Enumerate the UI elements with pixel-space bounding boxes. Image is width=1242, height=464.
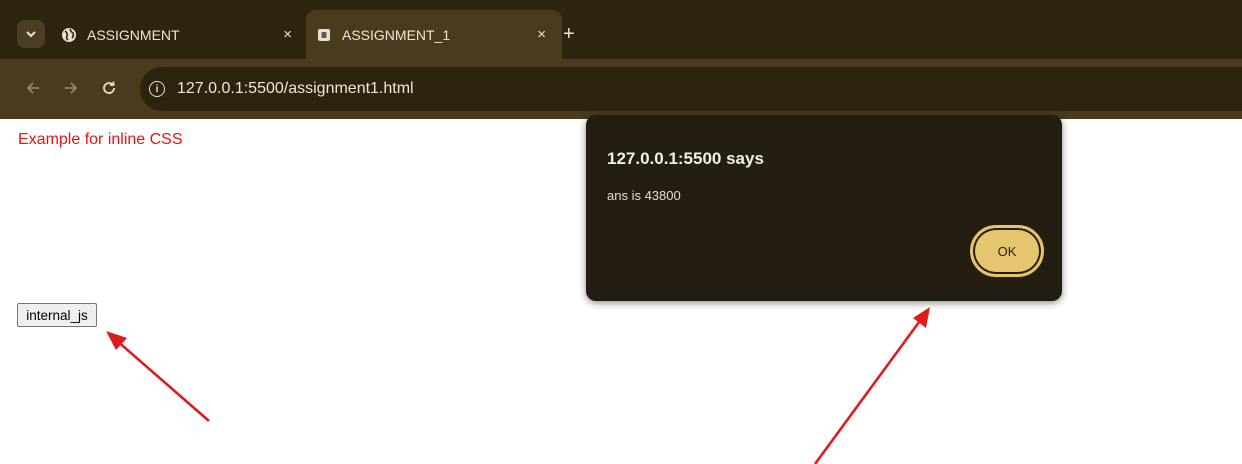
site-info-icon[interactable]: i (149, 81, 165, 97)
tab-assignment-1[interactable]: ASSIGNMENT_1 × (306, 10, 562, 59)
arrow-to-button (106, 331, 210, 422)
globe-icon (61, 27, 77, 43)
close-tab-icon[interactable]: × (283, 26, 292, 43)
tab-title: ASSIGNMENT_1 (342, 26, 451, 43)
forward-arrow-icon[interactable] (63, 80, 79, 101)
page-heading: Example for inline CSS (18, 131, 183, 148)
ok-button[interactable]: OK (970, 225, 1044, 277)
tab-search-button[interactable] (17, 20, 45, 48)
back-arrow-icon[interactable] (25, 80, 41, 101)
tab-assignment[interactable]: ASSIGNMENT × (53, 10, 308, 59)
chevron-down-icon (26, 31, 36, 38)
new-tab-button[interactable]: + (563, 20, 575, 48)
internal-js-button[interactable]: internal_js (17, 303, 97, 327)
alert-dialog: 127.0.0.1:5500 says ans is 43800 OK (586, 115, 1062, 301)
tab-title: ASSIGNMENT (87, 26, 180, 43)
url-text: 127.0.0.1:5500/assignment1.html (177, 80, 414, 97)
reload-icon[interactable] (101, 80, 117, 101)
dialog-message: ans is 43800 (607, 188, 681, 203)
page-icon (316, 27, 332, 43)
arrow-to-dialog (813, 307, 930, 464)
dialog-title: 127.0.0.1:5500 says (607, 149, 764, 168)
close-tab-icon[interactable]: × (537, 26, 546, 43)
